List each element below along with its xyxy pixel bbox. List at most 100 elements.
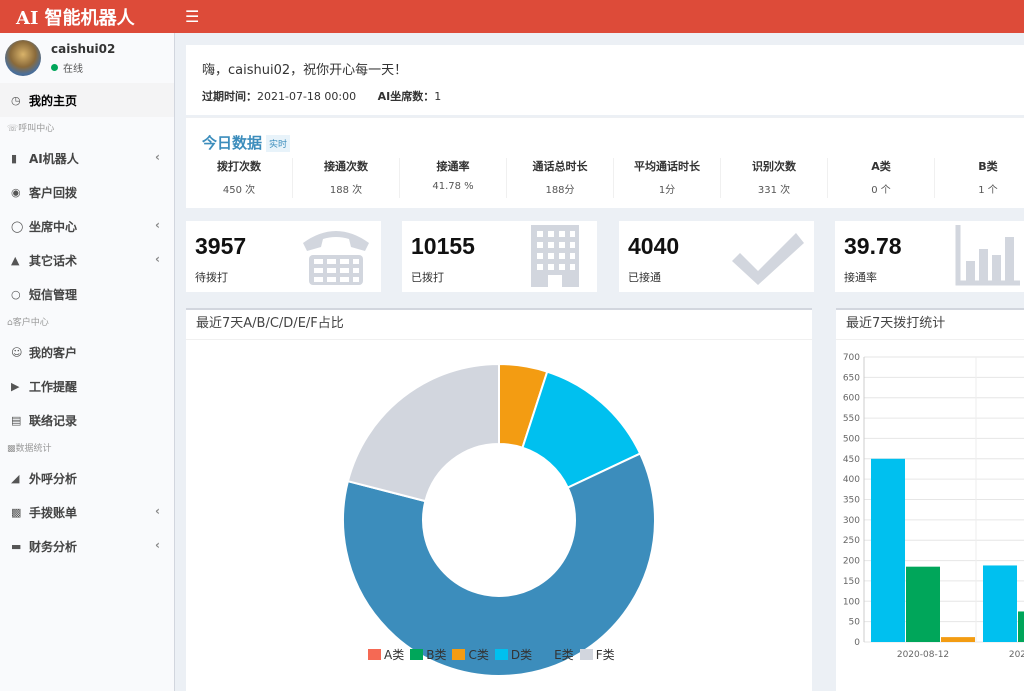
legend-label: E类 [554, 648, 574, 662]
sidebar-item-contacts[interactable]: ▤ 联络记录 [0, 403, 174, 437]
y-tick-label: 600 [843, 394, 860, 404]
sidebar-item-home[interactable]: ◷ 我的主页 [0, 83, 174, 117]
legend-swatch [452, 649, 466, 660]
y-tick-label: 450 [843, 455, 860, 465]
sidebar-item-callback[interactable]: ◉ 客户回拨 [0, 175, 174, 209]
eye-icon: ◉ [11, 185, 21, 199]
stat-value: 188分 [545, 185, 575, 196]
status-text: 在线 [63, 63, 83, 75]
app-logo[interactable]: AI 智能机器人 [0, 4, 175, 30]
sidebar-item-finance[interactable]: ▬ 财务分析 ‹ [0, 529, 174, 563]
stat-label: B类 [978, 160, 998, 173]
top-navbar: AI 智能机器人 ☰ [0, 0, 1024, 33]
card-label: 已拨打 [411, 271, 444, 284]
chevron-left-icon: ‹ [155, 538, 160, 552]
x-tick-label: 2020-08-13 [1009, 650, 1024, 660]
legend-item[interactable]: C类 [452, 646, 489, 663]
stat-label: 平均通话时长 [634, 160, 700, 173]
username: caishui02 [51, 41, 116, 56]
y-tick-label: 400 [843, 475, 860, 485]
avatar [5, 40, 41, 76]
sidebar-item-reminders[interactable]: ▶ 工作提醒 [0, 369, 174, 403]
sidebar-item-sms[interactable]: ○ 短信管理 [0, 277, 174, 311]
stat-label: A类 [871, 160, 891, 173]
headphones-icon: ◯ [11, 219, 24, 233]
bar-2020-08-12-s3[interactable] [941, 637, 975, 642]
sidebar-section-customer: ⌂客户中心 [7, 318, 49, 328]
card-number: 10155 [411, 233, 475, 259]
bar-chart-panel: 最近7天拨打统计 0 50 100 150 200 250 300 350 400 450 500 5… [836, 308, 1024, 691]
greeting-text: 嗨，caishui02，祝你开心每一天！ [202, 63, 408, 78]
legend-swatch [494, 649, 508, 660]
bar-2020-08-12-s1[interactable] [871, 458, 905, 642]
bar-chart-icon [955, 225, 1020, 286]
user-icon: ☺ [11, 345, 23, 359]
card-pending: 3957 待拨打 [186, 221, 381, 292]
sidebar-item-scripts[interactable]: ▲ 其它话术 ‹ [0, 243, 174, 277]
stat-label: 识别次数 [752, 160, 796, 173]
sidebar-item-agent-center[interactable]: ◯ 坐席中心 ‹ [0, 209, 174, 243]
stat-item: 平均通话时长 1分 [614, 158, 721, 198]
bar-chart-small-icon: ▩ [7, 444, 16, 454]
hamburger-icon[interactable]: ☰ [185, 7, 199, 26]
sidebar-item-my-customers[interactable]: ☺ 我的客户 [0, 335, 174, 369]
telephone-icon [303, 231, 369, 285]
y-tick-label: 0 [854, 638, 860, 648]
legend-swatch [410, 649, 424, 660]
sidebar-item-label: 手拨账单 [29, 505, 78, 520]
stat-value: 0 个 [871, 185, 891, 196]
mobile-icon: ▮ [11, 151, 18, 165]
y-tick-label: 500 [843, 434, 860, 444]
legend-item[interactable]: D类 [494, 646, 532, 663]
card-number: 3957 [195, 233, 247, 259]
y-tick-label: 350 [843, 496, 860, 506]
area-chart-icon: ◢ [11, 471, 20, 485]
bar-chart-title: 最近7天拨打统计 [836, 310, 1024, 340]
sidebar-item-outbound[interactable]: ◢ 外呼分析 [0, 461, 174, 495]
y-tick-label: 100 [843, 597, 860, 607]
y-tick-label: 50 [849, 618, 861, 628]
building-icon [531, 225, 579, 287]
sidebar-item-label: 我的客户 [29, 345, 78, 360]
card-number: 4040 [628, 233, 680, 259]
card-connected: 4040 已接通 [619, 221, 814, 292]
seats-value: 1 [434, 90, 442, 103]
sidebar-item-label: 联络记录 [29, 413, 78, 428]
status-badge: 在线 [51, 60, 115, 75]
stat-value: 188 次 [329, 185, 363, 196]
sidebar-item-label: 外呼分析 [29, 471, 78, 486]
y-tick-label: 200 [843, 557, 860, 567]
sidebar-item-label: 坐席中心 [29, 219, 78, 234]
legend-item[interactable]: F类 [579, 646, 615, 663]
stat-item: 接通次数 188 次 [293, 158, 400, 198]
legend-item[interactable]: B类 [410, 646, 446, 663]
seats-label: AI坐席数： [377, 90, 435, 103]
bar-2020-08-13-s2[interactable] [1018, 611, 1024, 642]
user-panel: caishui02 在线 [0, 33, 174, 83]
bar-2020-08-12-s2[interactable] [906, 566, 940, 642]
legend-swatch [368, 649, 381, 660]
sidebar-item-label: 短信管理 [29, 287, 78, 302]
card-connect-rate: 39.78 接通率 [835, 221, 1024, 292]
clock-icon: ◷ [11, 93, 21, 107]
today-stats: 拨打次数 450 次 接通次数 188 次 接通率 41.78 % 通话总时长 188分 平均通… [186, 158, 1024, 198]
headset-icon: ☏ [7, 124, 19, 134]
sidebar-item-label: 其它话术 [29, 253, 78, 268]
checkmark-icon [732, 233, 804, 285]
sidebar-item-label: 财务分析 [29, 539, 78, 554]
sidebar-section-call: ☏呼叫中心 [7, 124, 55, 134]
sidebar-item-ai-robot[interactable]: ▮ AI机器人 ‹ [0, 141, 174, 175]
pie-chart-panel: 最近7天A/B/C/D/E/F占比 A类 B类 C类 D类 E类 F类 [186, 308, 812, 691]
sidebar-item-manual-bill[interactable]: ▩ 手拨账单 ‹ [0, 495, 174, 529]
chevron-left-icon: ‹ [155, 150, 160, 164]
bar-2020-08-13-s1[interactable] [983, 565, 1017, 642]
stat-label: 接通率 [436, 160, 470, 173]
stat-value: 331 次 [757, 185, 791, 196]
stat-item: A类 0 个 [828, 158, 935, 198]
welcome-box: 嗨，caishui02，祝你开心每一天！ 过期时间：2021-07-18 00:… [186, 45, 1024, 115]
pie-slice-6[interactable] [346, 362, 500, 503]
legend-item[interactable]: E类 [538, 646, 574, 663]
credit-card-icon: ▬ [11, 539, 22, 553]
y-tick-label: 700 [843, 353, 860, 363]
legend-item[interactable]: A类 [368, 646, 404, 663]
